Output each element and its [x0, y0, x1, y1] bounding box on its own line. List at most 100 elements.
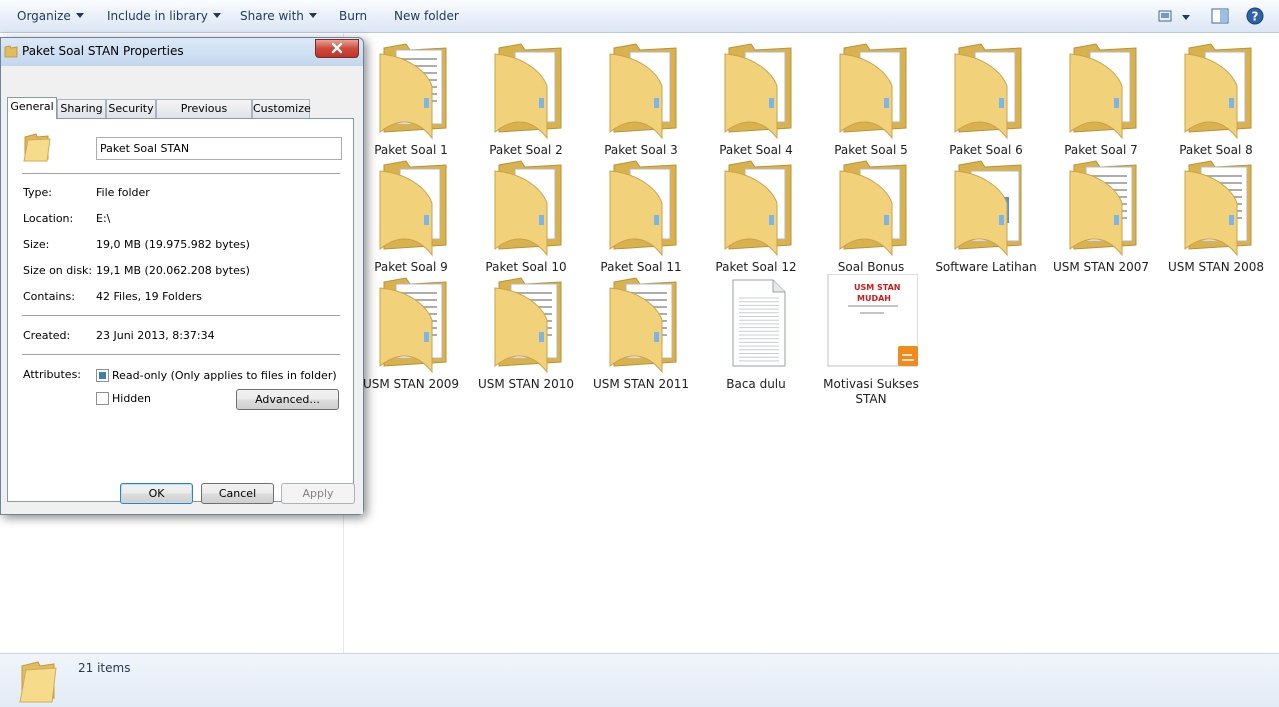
item-label: Baca dulu: [726, 377, 786, 391]
item-label: USM STAN 2011: [592, 377, 690, 391]
item-label: USM STAN 2009: [362, 377, 460, 391]
folder-item[interactable]: USM STAN 2009: [355, 274, 467, 394]
folder-item[interactable]: Paket Soal 1: [355, 40, 467, 160]
item-label: Paket Soal 6: [949, 143, 1023, 157]
pdf-file-icon: USM STAN MUDAH: [827, 274, 918, 367]
folder-icon: [494, 277, 562, 374]
location-value: E:\: [96, 212, 111, 225]
include-in-library-menu[interactable]: Include in library: [107, 9, 221, 23]
cancel-button[interactable]: Cancel: [201, 483, 274, 504]
folder-item[interactable]: Software Latihan: [930, 157, 1042, 277]
hidden-label[interactable]: Hidden: [112, 392, 151, 405]
item-label: Soal Bonus: [837, 260, 905, 274]
type-label: Type:: [23, 186, 52, 199]
folder-item[interactable]: Paket Soal 10: [470, 157, 582, 277]
command-bar: Organize Include in library Share with B…: [0, 0, 1279, 33]
folder-item[interactable]: Paket Soal 9: [355, 157, 467, 277]
file-item-text[interactable]: Baca dulu: [700, 274, 812, 394]
size-value: 19,0 MB (19.975.982 bytes): [96, 238, 250, 251]
preview-pane-button[interactable]: [1209, 6, 1231, 26]
folder-icon: [23, 133, 51, 162]
tab-previous-versions[interactable]: Previous Versions: [156, 99, 252, 132]
folder-name-input[interactable]: [96, 137, 342, 160]
created-label: Created:: [23, 329, 71, 342]
folder-icon: [379, 160, 447, 257]
folder-item[interactable]: Paket Soal 11: [585, 157, 697, 277]
dialog-title: Paket Soal STAN Properties: [22, 44, 184, 58]
new-folder-button[interactable]: New folder: [394, 9, 459, 23]
item-label: USM STAN 2007: [1052, 260, 1150, 274]
folder-item[interactable]: Paket Soal 3: [585, 40, 697, 160]
folder-icon: [609, 277, 677, 374]
folder-item[interactable]: Soal Bonus: [815, 157, 927, 277]
contains-label: Contains:: [23, 290, 75, 303]
text-file-icon: [732, 279, 786, 367]
read-only-checkbox[interactable]: [96, 369, 109, 382]
svg-text:?: ?: [1252, 10, 1259, 24]
item-count: 21 items: [78, 661, 131, 675]
item-label: Paket Soal 4: [719, 143, 793, 157]
read-only-label[interactable]: Read-only (Only applies to files in fold…: [112, 369, 337, 382]
folder-icon: [609, 160, 677, 257]
folder-icon: [724, 43, 792, 140]
folder-icon: [379, 43, 447, 140]
item-label: Paket Soal 5: [834, 143, 908, 157]
change-view-button[interactable]: [1156, 6, 1192, 26]
folder-item[interactable]: Paket Soal 4: [700, 40, 812, 160]
item-label: Paket Soal 9: [374, 260, 448, 274]
divider: [22, 173, 340, 174]
close-button[interactable]: [315, 39, 359, 58]
folder-icon: [609, 43, 677, 140]
folder-item[interactable]: Paket Soal 8: [1160, 40, 1272, 160]
type-value: File folder: [96, 186, 150, 199]
chevron-down-icon: [308, 13, 317, 18]
folder-icon: [379, 277, 447, 374]
organize-label: Organize: [17, 9, 71, 23]
tab-sharing[interactable]: Sharing: [57, 99, 106, 118]
help-button[interactable]: ?: [1244, 6, 1266, 26]
item-label: Paket Soal 8: [1179, 143, 1253, 157]
item-label: Paket Soal 1: [374, 143, 448, 157]
preview-pane-icon: [1211, 8, 1229, 24]
burn-button[interactable]: Burn: [339, 9, 367, 23]
folder-item[interactable]: Paket Soal 5: [815, 40, 927, 160]
file-item-pdf[interactable]: USM STAN MUDAH Motivasi Sukses STAN: [815, 274, 927, 406]
item-label: Paket Soal 3: [604, 143, 678, 157]
advanced-button[interactable]: Advanced...: [236, 389, 339, 410]
help-icon: ?: [1246, 7, 1264, 25]
folder-icon: [19, 661, 57, 703]
folder-icon: [1069, 160, 1137, 257]
folder-item[interactable]: Paket Soal 6: [930, 40, 1042, 160]
divider: [22, 315, 340, 316]
close-icon: [331, 42, 343, 54]
organize-menu[interactable]: Organize: [17, 9, 84, 23]
share-with-menu[interactable]: Share with: [240, 9, 317, 23]
location-label: Location:: [23, 212, 74, 225]
details-pane: 21 items: [0, 653, 1279, 707]
folder-item[interactable]: Paket Soal 12: [700, 157, 812, 277]
item-label: Paket Soal 11: [600, 260, 682, 274]
divider: [22, 354, 340, 355]
folder-item[interactable]: USM STAN 2008: [1160, 157, 1272, 277]
contains-value: 42 Files, 19 Folders: [96, 290, 202, 303]
hidden-checkbox[interactable]: [96, 392, 109, 405]
dialog-titlebar[interactable]: Paket Soal STAN Properties: [1, 38, 363, 66]
folder-item[interactable]: USM STAN 2011: [585, 274, 697, 394]
tab-security[interactable]: Security: [106, 99, 156, 118]
attributes-label: Attributes:: [23, 368, 82, 381]
folder-item[interactable]: USM STAN 2007: [1045, 157, 1157, 277]
ok-button[interactable]: OK: [120, 483, 193, 504]
tab-customize[interactable]: Customize: [252, 99, 311, 118]
folder-item[interactable]: Paket Soal 7: [1045, 40, 1157, 160]
folder-icon: [1069, 43, 1137, 140]
tab-general[interactable]: General: [7, 97, 57, 119]
chevron-down-icon: [212, 13, 221, 18]
chevron-down-icon: [75, 13, 84, 18]
include-in-library-label: Include in library: [107, 9, 208, 23]
apply-button[interactable]: Apply: [281, 483, 355, 504]
item-label: Paket Soal 2: [489, 143, 563, 157]
folder-item[interactable]: USM STAN 2010: [470, 274, 582, 394]
general-tab-panel: Type: File folder Location: E:\ Size: 19…: [7, 118, 354, 502]
folder-item[interactable]: Paket Soal 2: [470, 40, 582, 160]
size-label: Size:: [23, 238, 50, 251]
